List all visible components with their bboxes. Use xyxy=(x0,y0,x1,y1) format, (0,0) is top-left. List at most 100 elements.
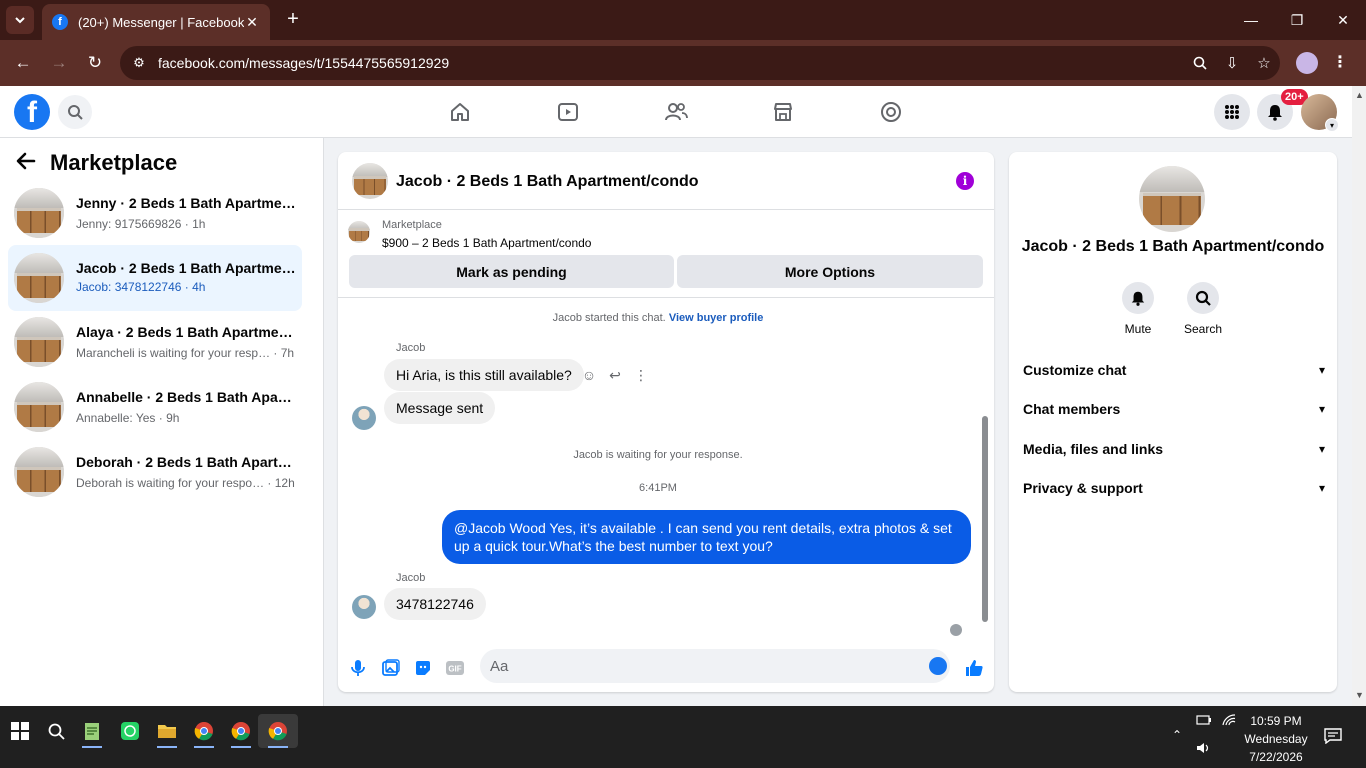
back-button[interactable]: ← xyxy=(10,50,36,76)
windows-start-icon[interactable] xyxy=(0,714,40,748)
chat-details-panel: Jacob · 2 Beds 1 Bath Apartment/condo Mu… xyxy=(1009,152,1337,692)
scroll-down-icon[interactable]: ▼ xyxy=(1355,690,1364,700)
chat-avatar[interactable] xyxy=(352,163,388,199)
back-arrow-icon[interactable] xyxy=(16,150,36,176)
media-files-links-row[interactable]: Media, files and links ▾ xyxy=(1023,433,1325,465)
clock-time: 10:59 PM xyxy=(1250,714,1302,728)
more-actions-icon[interactable]: ⋮ xyxy=(632,366,650,384)
scrollbar-thumb[interactable] xyxy=(982,416,988,622)
chrome-app-icon[interactable] xyxy=(184,714,224,748)
search-label: Search xyxy=(1183,322,1223,336)
customize-chat-row[interactable]: Customize chat ▾ xyxy=(1023,354,1325,386)
gaming-nav-icon[interactable] xyxy=(876,97,906,127)
row-label: Media, files and links xyxy=(1023,441,1164,457)
conversation-item-alaya[interactable]: Alaya · 2 Beds 1 Bath Apartment… Maranch… xyxy=(8,312,302,374)
address-bar[interactable]: ⚙ facebook.com/messages/t/15544755659129… xyxy=(120,46,1280,80)
home-nav-icon[interactable] xyxy=(445,97,475,127)
taskbar-search-icon[interactable] xyxy=(36,714,76,748)
conversation-item-jacob[interactable]: Jacob · 2 Beds 1 Bath Apartment… Jacob: … xyxy=(8,245,302,311)
conversation-name: Jacob · 2 Beds 1 Bath Apartment… xyxy=(76,260,296,276)
browser-profile-avatar[interactable] xyxy=(1296,52,1318,74)
reload-button[interactable]: ↻ xyxy=(82,50,108,76)
file-explorer-icon[interactable] xyxy=(147,714,187,748)
info-icon[interactable]: i xyxy=(956,172,974,190)
search-action[interactable]: Search xyxy=(1173,282,1233,336)
incoming-message[interactable]: 3478122746 xyxy=(384,588,486,620)
page-scrollbar[interactable]: ▲ ▼ xyxy=(1352,86,1366,706)
sender-name: Jacob xyxy=(396,572,426,584)
minimize-button[interactable]: — xyxy=(1236,6,1266,34)
sticker-icon[interactable] xyxy=(413,658,433,678)
reply-icon[interactable]: ↩ xyxy=(606,366,624,384)
conversation-item-jenny[interactable]: Jenny · 2 Beds 1 Bath Apartment… Jenny: … xyxy=(8,183,302,245)
battery-icon[interactable] xyxy=(1196,714,1212,729)
video-nav-icon[interactable] xyxy=(553,97,583,127)
marketplace-nav-icon[interactable] xyxy=(768,97,798,127)
row-label: Privacy & support xyxy=(1023,480,1143,496)
system-clock[interactable]: 10:59 PM Wednesday 7/22/2026 xyxy=(1236,712,1316,766)
friends-nav-icon[interactable] xyxy=(661,97,691,127)
site-info-icon[interactable]: ⚙ xyxy=(124,48,154,78)
close-window-button[interactable]: ✕ xyxy=(1328,6,1358,34)
action-center-icon[interactable] xyxy=(1324,728,1342,747)
sender-avatar[interactable] xyxy=(352,595,376,619)
tab-search-button[interactable] xyxy=(6,6,34,34)
chat-started-notice: Jacob started this chat. View buyer prof… xyxy=(338,312,978,324)
more-options-button[interactable]: More Options xyxy=(677,255,983,288)
browser-toolbar: ← → ↻ ⚙ facebook.com/messages/t/15544755… xyxy=(0,40,1366,86)
chrome-active-app-icon[interactable] xyxy=(258,714,298,748)
close-tab-icon[interactable]: ✕ xyxy=(244,14,260,30)
privacy-support-row[interactable]: Privacy & support ▾ xyxy=(1023,472,1325,504)
outgoing-message[interactable]: @Jacob Wood Yes, it’s available . I can … xyxy=(442,510,971,564)
new-tab-button[interactable]: + xyxy=(282,8,304,30)
bookmark-star-icon[interactable]: ☆ xyxy=(1248,47,1280,79)
notepad-app-icon[interactable] xyxy=(72,714,112,748)
incoming-message[interactable]: Message sent xyxy=(384,392,496,424)
conversation-item-deborah[interactable]: Deborah · 2 Beds 1 Bath Apartm… Deborah … xyxy=(8,442,302,504)
windows-taskbar: ⌃ 10:59 PM Wednesday 7/22/2026 xyxy=(0,706,1366,768)
chat-title[interactable]: Jacob · 2 Beds 1 Bath Apartment/condo xyxy=(396,173,699,191)
react-emoji-icon[interactable]: ☺ xyxy=(580,366,598,384)
sender-avatar[interactable] xyxy=(352,406,376,430)
account-caret-icon[interactable]: ▾ xyxy=(1325,118,1339,132)
photo-icon[interactable] xyxy=(381,658,401,678)
chrome-profile-app-icon[interactable] xyxy=(221,714,261,748)
chevron-down-icon: ▾ xyxy=(1318,481,1325,495)
chat-members-row[interactable]: Chat members ▾ xyxy=(1023,393,1325,425)
like-thumbs-up-icon[interactable] xyxy=(964,658,984,678)
url-text[interactable]: facebook.com/messages/t/1554475565912929 xyxy=(158,55,1184,71)
zoom-icon[interactable] xyxy=(1184,47,1216,79)
message-scrollbar[interactable] xyxy=(980,304,990,628)
speaker-icon[interactable] xyxy=(1196,742,1212,757)
wifi-icon[interactable] xyxy=(1222,714,1236,729)
microphone-icon[interactable] xyxy=(348,658,368,678)
install-app-icon[interactable]: ⇩ xyxy=(1216,47,1248,79)
mute-action[interactable]: Mute xyxy=(1108,282,1168,336)
gif-icon[interactable]: GIF xyxy=(445,658,465,678)
conversation-item-annabelle[interactable]: Annabelle · 2 Beds 1 Bath Apart… Annabel… xyxy=(8,377,302,439)
search-button[interactable] xyxy=(58,95,92,129)
search-icon xyxy=(68,105,83,120)
show-hidden-icons-chevron-icon[interactable]: ⌃ xyxy=(1172,728,1182,742)
listing-thumbnail xyxy=(14,317,64,367)
whatsapp-app-icon[interactable] xyxy=(110,714,150,748)
menu-grid-button[interactable] xyxy=(1214,94,1250,130)
row-label: Customize chat xyxy=(1023,362,1127,378)
view-buyer-profile-link[interactable]: View buyer profile xyxy=(669,312,764,324)
incoming-message[interactable]: Hi Aria, is this still available? xyxy=(384,359,584,391)
restore-button[interactable]: ❐ xyxy=(1282,6,1312,34)
conversation-name: Deborah · 2 Beds 1 Bath Apartm… xyxy=(76,454,296,470)
emoji-icon[interactable] xyxy=(929,657,947,675)
sender-name: Jacob xyxy=(396,342,426,354)
message-input[interactable] xyxy=(480,649,950,683)
listing-price-title[interactable]: $900 – 2 Beds 1 Bath Apartment/condo xyxy=(382,236,591,250)
browser-menu-icon[interactable]: ⋮ xyxy=(1332,52,1348,72)
forward-button[interactable]: → xyxy=(46,50,72,76)
grid-icon xyxy=(1225,105,1239,119)
facebook-top-nav: f xyxy=(0,86,1352,138)
facebook-logo[interactable]: f xyxy=(14,94,50,130)
mark-as-pending-button[interactable]: Mark as pending xyxy=(349,255,674,288)
waiting-notice: Jacob is waiting for your response. xyxy=(573,449,743,461)
scroll-up-icon[interactable]: ▲ xyxy=(1355,90,1364,100)
browser-tab[interactable]: f (20+) Messenger | Facebook ✕ xyxy=(42,4,270,40)
